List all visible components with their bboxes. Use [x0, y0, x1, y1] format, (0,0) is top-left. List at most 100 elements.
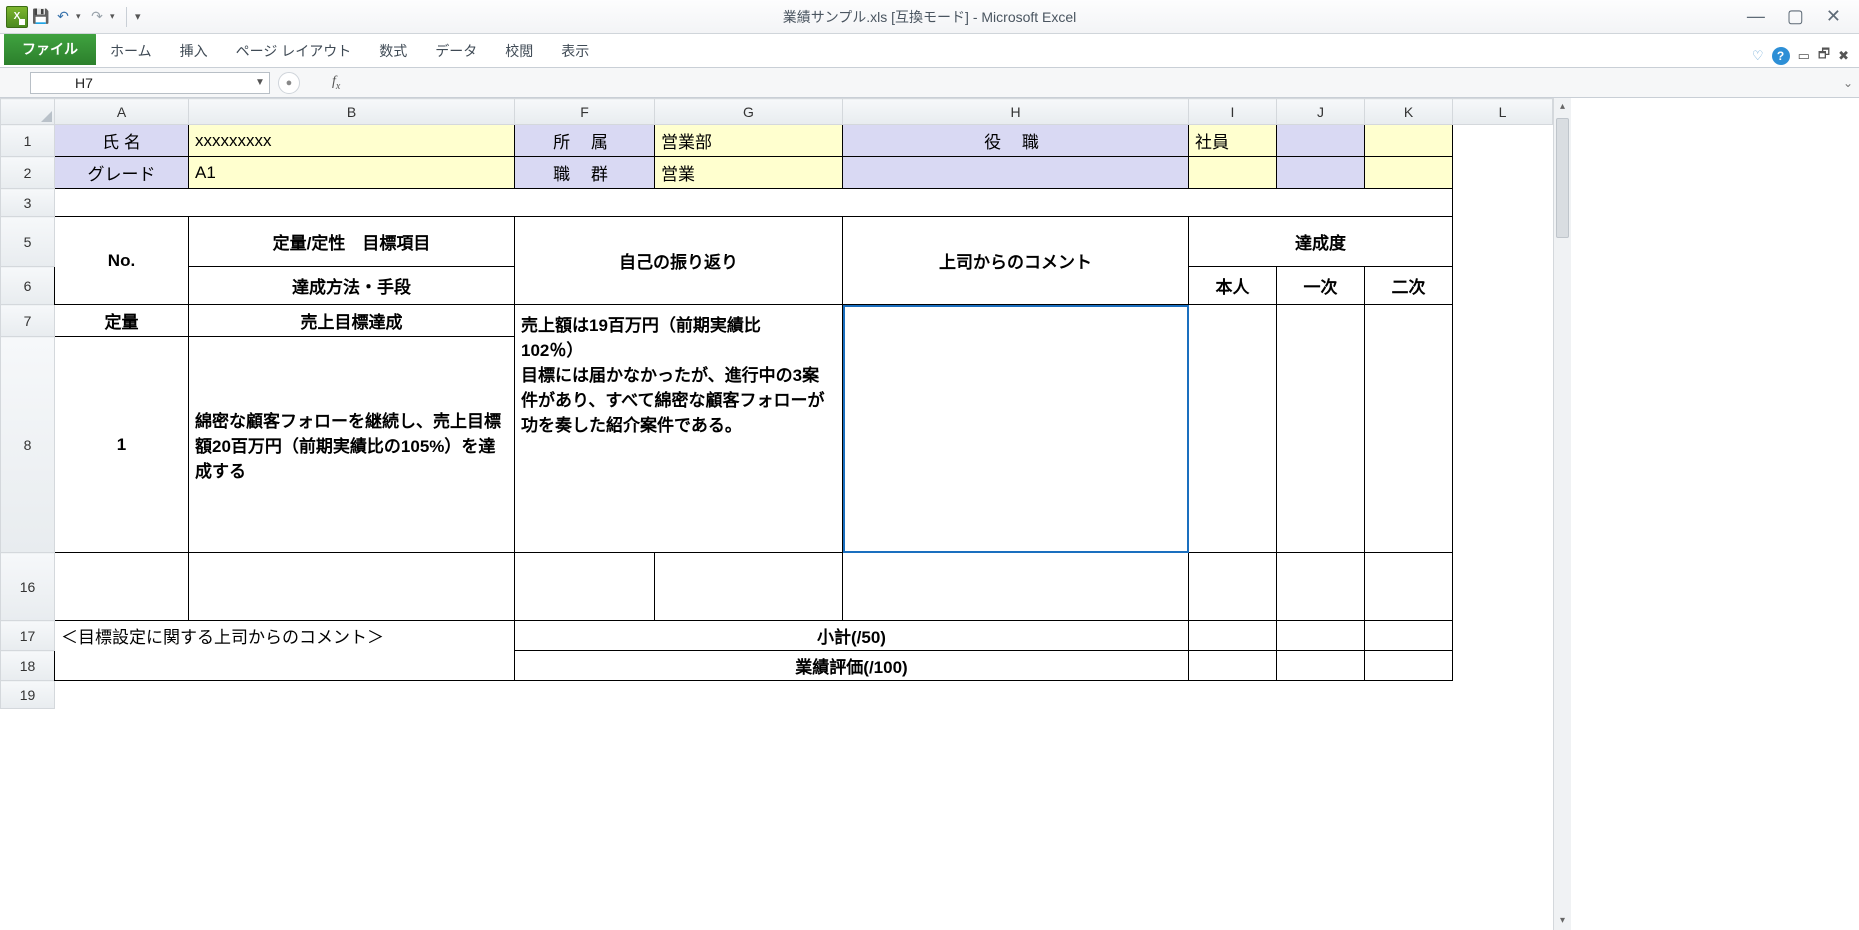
cell-L6[interactable] [1453, 267, 1553, 305]
tab-page-layout[interactable]: ページ レイアウト [222, 35, 366, 67]
cell-B16[interactable] [189, 553, 515, 621]
row-6[interactable]: 6 [1, 267, 55, 305]
maximize-button[interactable]: ▢ [1787, 6, 1804, 27]
cell-K6[interactable]: 二次 [1365, 267, 1453, 305]
tab-file[interactable]: ファイル [4, 33, 96, 65]
cell-I5[interactable]: 達成度 [1189, 217, 1453, 267]
cell-L16[interactable] [1453, 553, 1553, 621]
cell-H1[interactable]: 役 職 [843, 125, 1189, 157]
cell-K17[interactable] [1365, 621, 1453, 651]
excel-icon[interactable]: X [6, 6, 28, 28]
row-2[interactable]: 2 [1, 157, 55, 189]
cell-F2[interactable]: 職 群 [515, 157, 655, 189]
cell-B5[interactable]: 定量/定性 目標項目 [189, 217, 515, 267]
cell-L2[interactable] [1453, 157, 1553, 189]
cell-H16[interactable] [843, 553, 1189, 621]
cell-J2[interactable] [1277, 157, 1365, 189]
cell-J16[interactable] [1277, 553, 1365, 621]
row-16[interactable]: 16 [1, 553, 55, 621]
row-18[interactable]: 18 [1, 651, 55, 681]
scroll-up-icon[interactable]: ▴ [1554, 98, 1571, 116]
insert-function-icon[interactable]: ● [278, 72, 300, 94]
row-5[interactable]: 5 [1, 217, 55, 267]
cell-F1[interactable]: 所 属 [515, 125, 655, 157]
cell-I17[interactable] [1189, 621, 1277, 651]
cell-A5[interactable]: No. [55, 217, 189, 305]
ribbon-close-icon[interactable]: ✖ [1838, 48, 1849, 64]
cell-H7-selected[interactable] [843, 305, 1189, 553]
cell-K1[interactable] [1365, 125, 1453, 157]
tab-formulas[interactable]: 数式 [365, 35, 421, 67]
qat-customize-icon[interactable]: ▾ [135, 10, 143, 23]
cell-G16[interactable] [655, 553, 843, 621]
col-A[interactable]: A [55, 99, 189, 125]
help-icon[interactable]: ? [1772, 47, 1790, 65]
cell-L3[interactable] [1453, 189, 1553, 217]
row-8[interactable]: 8 [1, 337, 55, 553]
cell-J1[interactable] [1277, 125, 1365, 157]
cell-G1[interactable]: 営業部 [655, 125, 843, 157]
cell-L1[interactable] [1453, 125, 1553, 157]
undo-icon[interactable]: ↶ [54, 8, 72, 26]
col-G[interactable]: G [655, 99, 843, 125]
scroll-down-icon[interactable]: ▾ [1554, 912, 1571, 930]
cell-L7[interactable] [1453, 305, 1553, 553]
cell-F5[interactable]: 自己の振り返り [515, 217, 843, 305]
cell-H2[interactable] [843, 157, 1189, 189]
spreadsheet-grid[interactable]: A B F G H I J K L 1 氏 名 xxxxxxxxx 所 属 営業… [0, 98, 1553, 930]
cell-I16[interactable] [1189, 553, 1277, 621]
cell-A19[interactable] [55, 681, 1553, 709]
vertical-scrollbar[interactable]: ▴ ▾ [1553, 98, 1571, 930]
tab-data[interactable]: データ [421, 35, 491, 67]
cell-F7[interactable]: 売上額は19百万円（前期実績比 102％） 目標には届かなかったが、進行中の3案… [515, 305, 843, 553]
row-1[interactable]: 1 [1, 125, 55, 157]
cell-L5[interactable] [1453, 217, 1553, 267]
cell-L18[interactable] [1453, 651, 1553, 681]
cell-F18[interactable]: 業績評価(/100) [515, 651, 1189, 681]
cell-B1[interactable]: xxxxxxxxx [189, 125, 515, 157]
cell-J7[interactable] [1277, 305, 1365, 553]
cell-B2[interactable]: A1 [189, 157, 515, 189]
cell-K18[interactable] [1365, 651, 1453, 681]
tab-review[interactable]: 校閲 [491, 35, 547, 67]
minimize-button[interactable]: ― [1747, 6, 1765, 27]
col-J[interactable]: J [1277, 99, 1365, 125]
tab-home[interactable]: ホーム [96, 35, 166, 67]
cell-K7[interactable] [1365, 305, 1453, 553]
cell-K2[interactable] [1365, 157, 1453, 189]
cell-J17[interactable] [1277, 621, 1365, 651]
tab-view[interactable]: 表示 [547, 35, 603, 67]
undo-drop-icon[interactable]: ▾ [76, 11, 84, 22]
close-button[interactable]: ✕ [1826, 6, 1841, 27]
cell-A7[interactable]: 定量 [55, 305, 189, 337]
heart-icon[interactable]: ♡ [1752, 48, 1764, 64]
col-B[interactable]: B [189, 99, 515, 125]
cell-A17[interactable]: ＜目標設定に関する上司からのコメント＞ [55, 621, 515, 681]
cell-L17[interactable] [1453, 621, 1553, 651]
row-17[interactable]: 17 [1, 621, 55, 651]
formula-bar-expand-icon[interactable]: ⌄ [1843, 76, 1853, 90]
cell-I1[interactable]: 社員 [1189, 125, 1277, 157]
scroll-thumb[interactable] [1556, 118, 1569, 238]
cell-B7[interactable]: 売上目標達成 [189, 305, 515, 337]
cell-J6[interactable]: 一次 [1277, 267, 1365, 305]
name-box[interactable]: H7 ▼ [30, 72, 270, 94]
cell-F16[interactable] [515, 553, 655, 621]
cell-I18[interactable] [1189, 651, 1277, 681]
cell-H5[interactable]: 上司からのコメント [843, 217, 1189, 305]
cell-F17[interactable]: 小計(/50) [515, 621, 1189, 651]
cell-A8[interactable]: 1 [55, 337, 189, 553]
fx-label[interactable]: fx [332, 74, 340, 92]
cell-K16[interactable] [1365, 553, 1453, 621]
col-F[interactable]: F [515, 99, 655, 125]
cell-A1[interactable]: 氏 名 [55, 125, 189, 157]
redo-icon[interactable]: ↷ [88, 8, 106, 26]
cell-I7[interactable] [1189, 305, 1277, 553]
save-icon[interactable]: 💾 [32, 8, 50, 26]
col-H[interactable]: H [843, 99, 1189, 125]
select-all-corner[interactable] [1, 99, 55, 125]
redo-drop-icon[interactable]: ▾ [110, 11, 118, 22]
cell-A16[interactable] [55, 553, 189, 621]
cell-J18[interactable] [1277, 651, 1365, 681]
col-L[interactable]: L [1453, 99, 1553, 125]
